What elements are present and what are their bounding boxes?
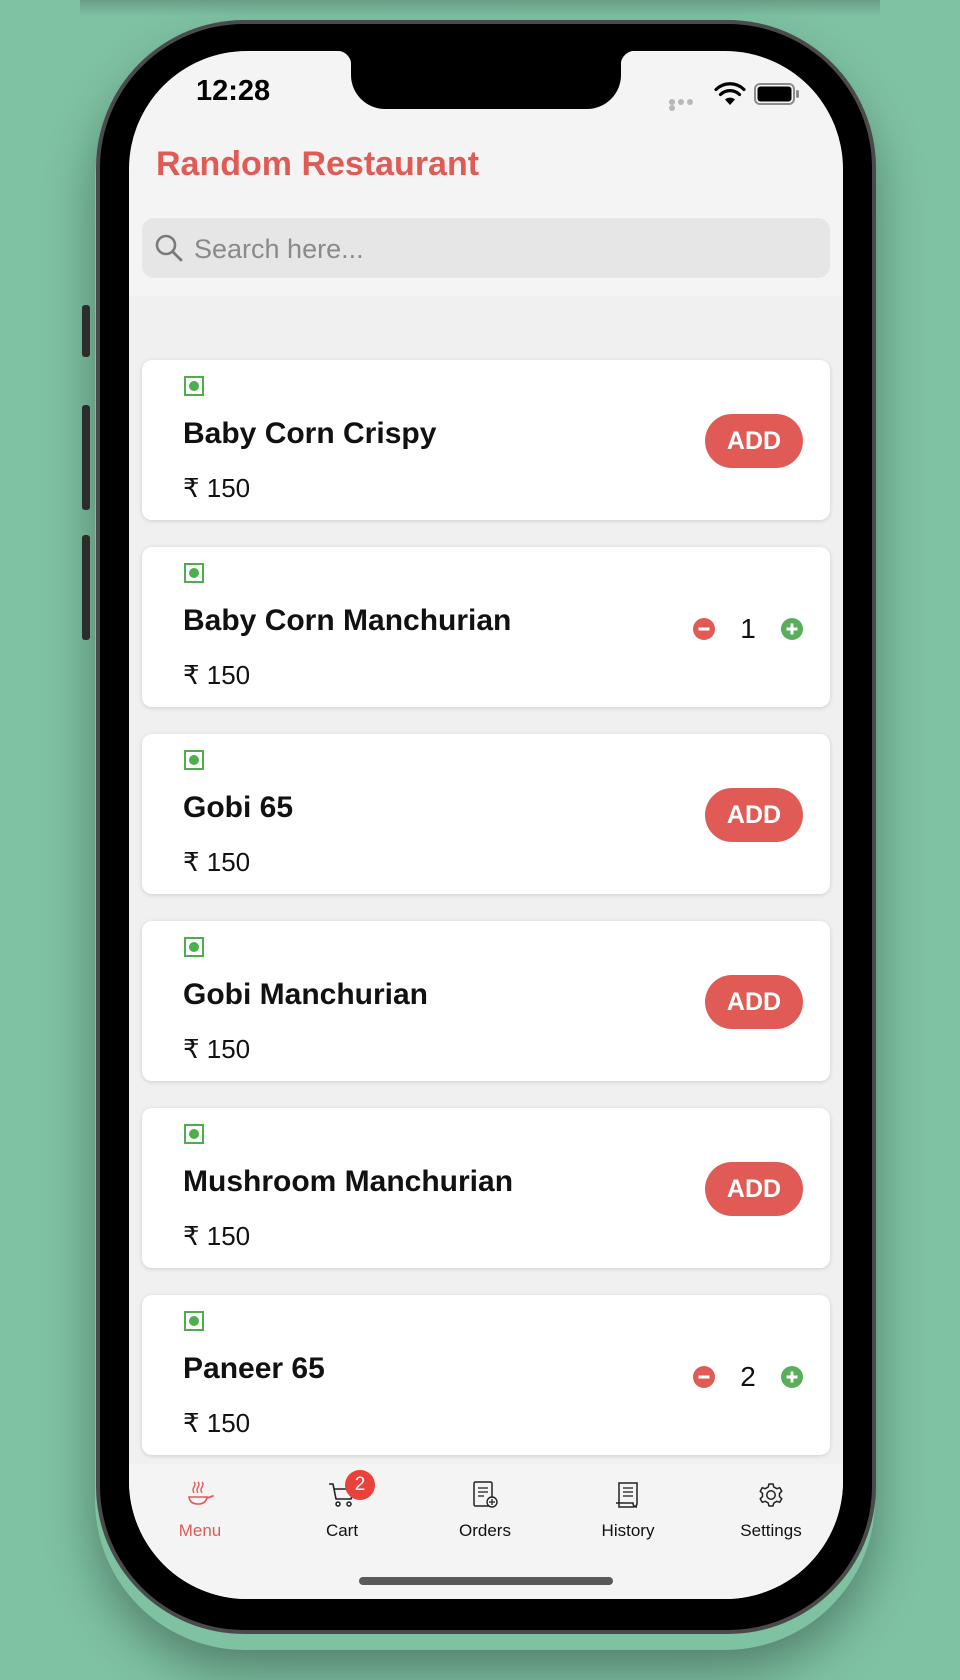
tab-settings[interactable]: Settings bbox=[700, 1464, 842, 1564]
add-button[interactable]: ADD bbox=[705, 1162, 803, 1216]
item-price: ₹ 150 bbox=[183, 1221, 251, 1251]
quantity-stepper: 2 bbox=[693, 1357, 803, 1397]
item-name: Gobi Manchurian bbox=[183, 978, 429, 1011]
item-price: ₹ 150 bbox=[183, 473, 251, 503]
tab-label: Menu bbox=[178, 1521, 222, 1540]
gear-icon bbox=[759, 1483, 783, 1507]
tab-label: History bbox=[601, 1521, 655, 1540]
page-title: Random Restaurant bbox=[156, 145, 480, 183]
increment-button[interactable] bbox=[781, 618, 803, 640]
decrement-button[interactable] bbox=[693, 1366, 715, 1388]
item-name: Paneer 65 bbox=[183, 1352, 325, 1385]
item-name: Gobi 65 bbox=[183, 791, 294, 824]
tab-label: Orders bbox=[459, 1521, 511, 1540]
menu-item-card: Paneer 65 ₹ 150 2 bbox=[142, 1295, 830, 1455]
background-shadow bbox=[80, 0, 880, 16]
item-price: ₹ 150 bbox=[183, 660, 251, 690]
search-bar[interactable] bbox=[142, 218, 830, 280]
minus-icon bbox=[698, 1375, 710, 1379]
volume-down-button bbox=[82, 535, 90, 640]
home-indicator[interactable] bbox=[359, 1577, 613, 1585]
item-quantity: 2 bbox=[740, 1361, 756, 1392]
minus-icon bbox=[698, 627, 710, 631]
phone-screen: 12:28 Random Restaurant Baby Corn Crispy… bbox=[129, 51, 843, 1599]
tab-label: Cart bbox=[325, 1521, 359, 1540]
menu-item-card: Baby Corn Crispy ₹ 150 ADD bbox=[142, 360, 830, 520]
mute-switch bbox=[82, 305, 90, 357]
add-button[interactable]: ADD bbox=[705, 975, 803, 1029]
tab-history[interactable]: History bbox=[557, 1464, 699, 1564]
cellular-signal-icon bbox=[669, 99, 703, 111]
quantity-stepper: 1 bbox=[693, 609, 803, 649]
plus-icon bbox=[786, 623, 798, 635]
notch bbox=[337, 51, 635, 109]
menu-item-card: Mushroom Manchurian ₹ 150 ADD bbox=[142, 1108, 830, 1268]
add-button[interactable]: ADD bbox=[705, 414, 803, 468]
volume-up-button bbox=[82, 405, 90, 510]
item-name: Baby Corn Crispy bbox=[183, 417, 437, 450]
item-quantity: 1 bbox=[740, 613, 756, 644]
menu-item-card: Gobi Manchurian ₹ 150 ADD bbox=[142, 921, 830, 1081]
veg-indicator-icon bbox=[184, 1311, 204, 1331]
item-price: ₹ 150 bbox=[183, 847, 251, 877]
item-name: Baby Corn Manchurian bbox=[183, 604, 512, 637]
menu-list[interactable]: Baby Corn Crispy ₹ 150 ADD Baby Corn Man… bbox=[129, 296, 843, 1464]
tab-label: Settings bbox=[740, 1521, 802, 1540]
veg-indicator-icon bbox=[184, 750, 204, 770]
veg-indicator-icon bbox=[184, 937, 204, 957]
menu-item-card: Baby Corn Manchurian ₹ 150 1 bbox=[142, 547, 830, 707]
item-price: ₹ 150 bbox=[183, 1408, 251, 1438]
decrement-button[interactable] bbox=[693, 618, 715, 640]
tab-cart[interactable]: 2 Cart bbox=[271, 1464, 413, 1564]
battery-icon bbox=[754, 83, 799, 105]
search-icon bbox=[155, 234, 183, 262]
status-time: 12:28 bbox=[196, 75, 271, 107]
menu-item-card: Gobi 65 ₹ 150 ADD bbox=[142, 734, 830, 894]
add-button[interactable]: ADD bbox=[705, 788, 803, 842]
item-name: Mushroom Manchurian bbox=[183, 1165, 514, 1198]
veg-indicator-icon bbox=[184, 1124, 204, 1144]
wifi-icon bbox=[714, 82, 746, 105]
veg-indicator-icon bbox=[184, 563, 204, 583]
history-icon bbox=[616, 1482, 638, 1508]
search-input[interactable] bbox=[192, 218, 816, 280]
veg-indicator-icon bbox=[184, 376, 204, 396]
tab-menu[interactable]: Menu bbox=[129, 1464, 271, 1564]
tab-orders[interactable]: Orders bbox=[414, 1464, 556, 1564]
plus-icon bbox=[786, 1371, 798, 1383]
item-price: ₹ 150 bbox=[183, 1034, 251, 1064]
increment-button[interactable] bbox=[781, 1366, 803, 1388]
orders-icon bbox=[473, 1481, 498, 1508]
cooking-pan-icon bbox=[188, 1481, 214, 1505]
cart-badge: 2 bbox=[345, 1470, 375, 1500]
